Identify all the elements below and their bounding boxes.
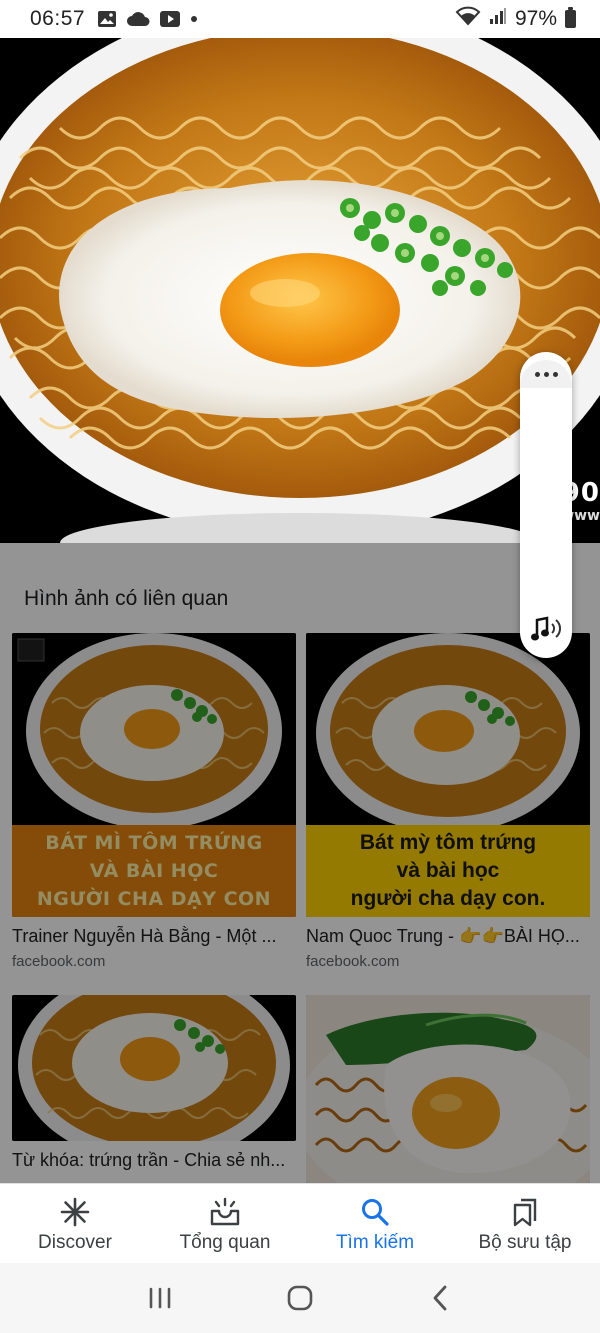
related-card-source: facebook.com <box>12 953 106 970</box>
screen: 06:57 97% www Hình ảnh có liên quan BÁT … <box>0 0 600 1333</box>
thumbnail-banner: Bát mỳ tôm trứng và bài học người cha dạ… <box>306 825 590 917</box>
related-card-source: facebook.com <box>306 953 400 970</box>
hero-image[interactable]: 090 www <box>0 38 600 543</box>
system-navigation-bar <box>0 1263 600 1333</box>
updates-tray-icon <box>208 1196 242 1228</box>
nav-discover-label: Discover <box>38 1232 112 1253</box>
sound-icon[interactable] <box>529 614 563 644</box>
related-images-section: Hình ảnh có liên quan BÁT MÌ TÔM TRỨNG V… <box>0 543 600 1183</box>
banner-line: và bài học <box>396 859 500 882</box>
related-thumbnail[interactable]: BÁT MÌ TÔM TRỨNG VÀ BÀI HỌC NGƯỜI CHA DẠ… <box>12 633 296 917</box>
nav-updates-label: Tổng quan <box>179 1232 271 1253</box>
nav-discover[interactable]: Discover <box>0 1184 150 1263</box>
related-card-title[interactable]: Từ khóa: trứng trần - Chia sẻ nh... <box>12 1150 296 1171</box>
signal-icon <box>489 7 507 31</box>
back-icon[interactable] <box>420 1278 460 1318</box>
home-icon[interactable] <box>280 1278 320 1318</box>
page-peek <box>0 543 600 561</box>
discover-asterisk-icon <box>58 1196 92 1228</box>
banner-line: NGƯỜI CHA DẠY CON <box>36 888 272 910</box>
banner-line: VÀ BÀI HỌC <box>89 860 219 882</box>
related-card[interactable]: Từ khóa: trứng trần - Chia sẻ nh... <box>12 995 296 1171</box>
thumbnail-banner: BÁT MÌ TÔM TRỨNG VÀ BÀI HỌC NGƯỜI CHA DẠ… <box>12 825 296 917</box>
collections-bookmark-icon <box>508 1196 542 1228</box>
related-card[interactable] <box>306 995 590 1183</box>
battery-percent: 97% <box>514 7 557 30</box>
banner-line: người cha dạy con. <box>350 887 546 910</box>
related-thumbnail[interactable]: Bát mỳ tôm trứng và bài học người cha dạ… <box>306 633 590 917</box>
nav-updates[interactable]: Tổng quan <box>150 1184 300 1263</box>
dot-icon <box>190 15 198 23</box>
recent-apps-icon[interactable] <box>140 1278 180 1318</box>
related-card-title[interactable]: Trainer Nguyễn Hà Bằng - Một ... <box>12 926 296 947</box>
battery-icon <box>565 7 576 28</box>
related-card-title[interactable]: Nam Quoc Trung - 👉👉BÀI HỌ... <box>306 926 590 947</box>
related-card[interactable]: Bát mỳ tôm trứng và bài học người cha dạ… <box>306 633 590 970</box>
status-time: 06:57 <box>30 7 86 30</box>
nav-collections[interactable]: Bộ sưu tập <box>450 1184 600 1263</box>
nav-collections-label: Bộ sưu tập <box>478 1232 572 1253</box>
nav-search[interactable]: Tìm kiếm <box>300 1184 450 1263</box>
search-icon <box>358 1196 392 1228</box>
related-thumbnail[interactable] <box>12 995 296 1141</box>
banner-line: BÁT MÌ TÔM TRỨNG <box>45 832 263 854</box>
related-images-title: Hình ảnh có liên quan <box>24 587 229 610</box>
banner-line: Bát mỳ tôm trứng <box>359 831 537 854</box>
nav-search-label: Tìm kiếm <box>335 1232 415 1253</box>
related-card[interactable]: BÁT MÌ TÔM TRỨNG VÀ BÀI HỌC NGƯỜI CHA DẠ… <box>12 633 296 970</box>
cloud-icon <box>126 11 150 27</box>
status-bar: 06:57 97% <box>0 0 600 38</box>
related-thumbnail[interactable] <box>306 995 590 1183</box>
floating-media-panel[interactable] <box>520 352 572 658</box>
gallery-icon <box>97 10 117 28</box>
more-options-icon[interactable] <box>520 360 572 388</box>
wifi-icon <box>455 6 481 32</box>
bottom-navigation: Discover Tổng quan Tìm kiếm Bộ sưu tập <box>0 1183 600 1263</box>
youtube-icon <box>159 10 181 28</box>
